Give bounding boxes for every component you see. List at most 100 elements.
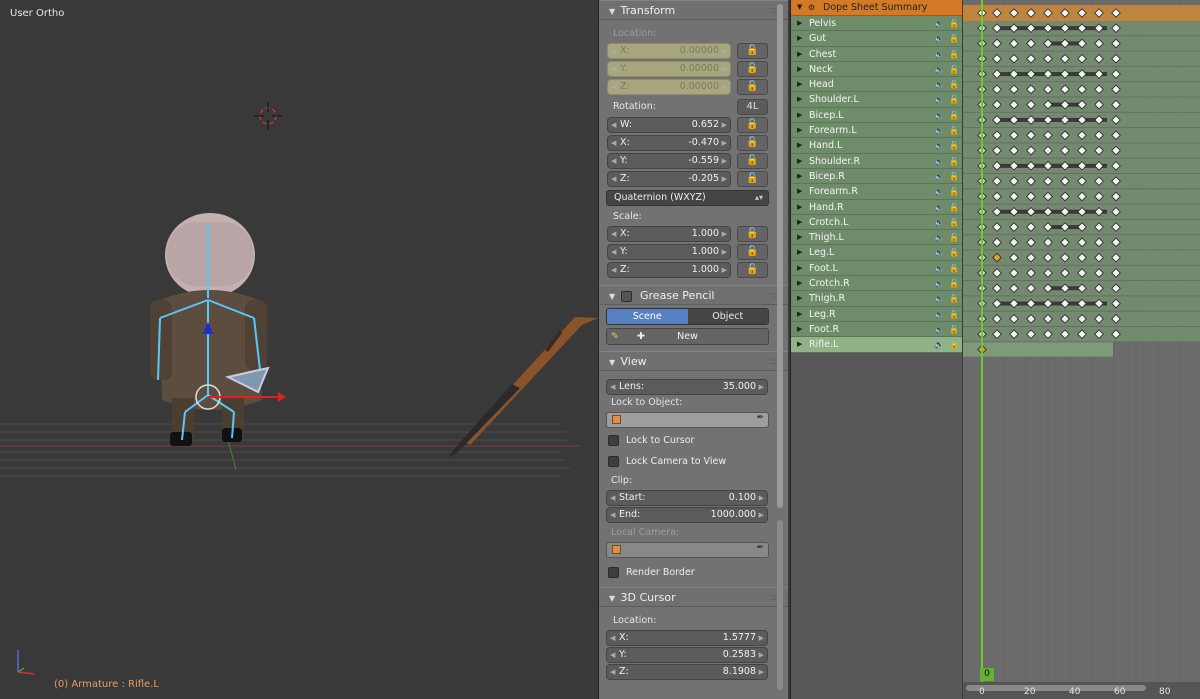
expand-triangle-icon[interactable]: ▼ bbox=[797, 0, 802, 15]
speaker-icon[interactable]: 🔈 bbox=[934, 108, 944, 123]
rotation-z-field[interactable]: ◀ Z: -0.205 ▶ bbox=[607, 171, 731, 187]
lock-scale-x-button[interactable]: 🔓 bbox=[737, 226, 768, 242]
expand-triangle-icon[interactable]: ▶ bbox=[797, 138, 802, 153]
lock-icon[interactable]: 🔓 bbox=[949, 16, 959, 31]
lock-icon[interactable]: 🔓 bbox=[949, 245, 959, 260]
panel-3d-cursor-header[interactable]: ▼ 3D Cursor :::: bbox=[599, 587, 788, 607]
expand-triangle-icon[interactable]: ▶ bbox=[797, 16, 802, 31]
lock-icon[interactable]: 🔓 bbox=[949, 322, 959, 337]
speaker-icon[interactable]: 🔈 bbox=[934, 169, 944, 184]
channel-row[interactable]: ▶ Neck 🔈 🔓 bbox=[791, 61, 962, 78]
rotation-mode-select[interactable]: Quaternion (WXYZ) ▴▾ bbox=[606, 190, 769, 206]
scale-z-field[interactable]: ◀ Z: 1.000 ▶ bbox=[607, 262, 731, 278]
expand-triangle-icon[interactable]: ▶ bbox=[797, 154, 802, 169]
lens-field[interactable]: ◀ Lens: 35.000 ▶ bbox=[606, 379, 768, 395]
channel-row[interactable]: ▶ Shoulder.R 🔈 🔓 bbox=[791, 153, 962, 169]
speaker-icon[interactable]: 🔈 bbox=[934, 322, 944, 337]
lock-rotation-y-button[interactable]: 🔓 bbox=[737, 153, 768, 169]
expand-triangle-icon[interactable]: ▶ bbox=[797, 337, 802, 352]
grease-pencil-checkbox[interactable] bbox=[620, 290, 632, 302]
channel-row[interactable]: ▶ Forearm.L 🔈 🔓 bbox=[791, 123, 962, 139]
cursor-y-field[interactable]: ◀ Y: 0.2583 ▶ bbox=[606, 647, 768, 663]
dopesheet-summary-row[interactable]: ▼ ⚙ Dope Sheet Summary bbox=[791, 0, 962, 16]
expand-triangle-icon[interactable]: ▶ bbox=[797, 31, 802, 46]
3d-viewport[interactable]: User Ortho (0) Armature : Rifle.L bbox=[0, 0, 598, 699]
channel-row[interactable]: ▶ Head 🔈 🔓 bbox=[791, 77, 962, 93]
dopesheet-timeline[interactable]: 0 20 40 60 80 0 bbox=[963, 0, 1200, 699]
rotation-4l-button[interactable]: 4L bbox=[737, 99, 768, 115]
lock-icon[interactable]: 🔓 bbox=[949, 200, 959, 215]
lock-icon[interactable]: 🔓 bbox=[949, 184, 959, 199]
expand-triangle-icon[interactable]: ▶ bbox=[797, 307, 802, 322]
expand-triangle-icon[interactable]: ▶ bbox=[797, 261, 802, 276]
channel-row[interactable]: ▶ Crotch.R 🔈 🔓 bbox=[791, 276, 962, 292]
channel-row[interactable]: ▶ Chest 🔈 🔓 bbox=[791, 46, 962, 62]
speaker-icon[interactable]: 🔈 bbox=[934, 261, 944, 276]
expand-triangle-icon[interactable]: ▶ bbox=[797, 184, 802, 199]
expand-triangle-icon[interactable]: ▶ bbox=[797, 276, 802, 291]
expand-triangle-icon[interactable]: ▶ bbox=[797, 62, 802, 77]
speaker-icon[interactable]: 🔈 bbox=[934, 92, 944, 107]
lock-icon[interactable]: 🔓 bbox=[949, 138, 959, 153]
speaker-icon[interactable]: 🔈 bbox=[934, 291, 944, 306]
channel-row[interactable]: ▶ Shoulder.L 🔈 🔓 bbox=[791, 92, 962, 108]
channel-row[interactable]: ▶ Foot.R 🔈 🔓 bbox=[791, 321, 962, 338]
expand-triangle-icon[interactable]: ▶ bbox=[797, 47, 802, 62]
speaker-icon[interactable]: 🔈 bbox=[934, 138, 944, 153]
properties-scrollbar-lower[interactable] bbox=[777, 520, 783, 690]
rotation-w-field[interactable]: ◀ W: 0.652 ▶ bbox=[607, 117, 731, 133]
lock-to-cursor-checkbox[interactable]: Lock to Cursor bbox=[599, 430, 788, 451]
lock-icon[interactable]: 🔓 bbox=[949, 291, 959, 306]
speaker-icon[interactable]: 🔈 bbox=[934, 337, 944, 352]
expand-triangle-icon[interactable]: ▶ bbox=[797, 92, 802, 107]
speaker-icon[interactable]: 🔈 bbox=[934, 154, 944, 169]
channel-row[interactable]: ▶ Thigh.R 🔈 🔓 bbox=[791, 291, 962, 307]
panel-grease-pencil-header[interactable]: ▼ Grease Pencil :::: bbox=[599, 285, 788, 305]
expand-triangle-icon[interactable]: ▶ bbox=[797, 291, 802, 306]
rotation-y-field[interactable]: ◀ Y: -0.559 ▶ bbox=[607, 153, 731, 169]
speaker-icon[interactable]: 🔈 bbox=[934, 276, 944, 291]
lock-icon[interactable]: 🔓 bbox=[949, 215, 959, 230]
speaker-icon[interactable]: 🔈 bbox=[934, 184, 944, 199]
channel-row[interactable]: ▶ Bicep.R 🔈 🔓 bbox=[791, 168, 962, 185]
scale-x-field[interactable]: ◀ X: 1.000 ▶ bbox=[607, 226, 731, 242]
lock-location-z-button[interactable]: 🔓 bbox=[737, 79, 768, 95]
lock-object-field[interactable]: ✒ bbox=[606, 412, 769, 428]
channel-row[interactable]: ▶ Forearm.R 🔈 🔓 bbox=[791, 184, 962, 200]
clip-start-field[interactable]: ◀ Start: 0.100 ▶ bbox=[606, 490, 768, 506]
lock-icon[interactable]: 🔓 bbox=[949, 337, 959, 352]
speaker-icon[interactable]: 🔈 bbox=[934, 16, 944, 31]
speaker-icon[interactable]: 🔈 bbox=[934, 47, 944, 62]
speaker-icon[interactable]: 🔈 bbox=[934, 123, 944, 138]
lock-icon[interactable]: 🔓 bbox=[949, 31, 959, 46]
lock-location-x-button[interactable]: 🔓 bbox=[737, 43, 768, 59]
lock-icon[interactable]: 🔓 bbox=[949, 108, 959, 123]
expand-triangle-icon[interactable]: ▶ bbox=[797, 322, 802, 337]
channel-row[interactable]: ▶ Hand.L 🔈 🔓 bbox=[791, 138, 962, 154]
speaker-icon[interactable]: 🔈 bbox=[934, 31, 944, 46]
speaker-icon[interactable]: 🔈 bbox=[934, 62, 944, 77]
channel-row[interactable]: ▶ Rifle.L 🔈 🔓 bbox=[791, 337, 962, 353]
channel-row[interactable]: ▶ Leg.R 🔈 🔓 bbox=[791, 306, 962, 322]
lock-icon[interactable]: 🔓 bbox=[949, 154, 959, 169]
lock-icon[interactable]: 🔓 bbox=[949, 47, 959, 62]
expand-triangle-icon[interactable]: ▶ bbox=[797, 77, 802, 92]
lock-rotation-w-button[interactable]: 🔓 bbox=[737, 117, 768, 133]
expand-triangle-icon[interactable]: ▶ bbox=[797, 215, 802, 230]
grease-pencil-new-button[interactable]: ✎ ✚ New bbox=[606, 328, 769, 345]
expand-triangle-icon[interactable]: ▶ bbox=[797, 200, 802, 215]
expand-triangle-icon[interactable]: ▶ bbox=[797, 169, 802, 184]
lock-icon[interactable]: 🔓 bbox=[949, 230, 959, 245]
clip-end-field[interactable]: ◀ End: 1000.000 ▶ bbox=[606, 507, 768, 523]
expand-triangle-icon[interactable]: ▶ bbox=[797, 245, 802, 260]
cursor-x-field[interactable]: ◀ X: 1.5777 ▶ bbox=[606, 630, 768, 646]
channel-row[interactable]: ▶ Gut 🔈 🔓 bbox=[791, 31, 962, 47]
speaker-icon[interactable]: 🔈 bbox=[934, 307, 944, 322]
lock-icon[interactable]: 🔓 bbox=[949, 169, 959, 184]
cursor-z-field[interactable]: ◀ Z: 8.1908 ▶ bbox=[606, 664, 768, 680]
lock-icon[interactable]: 🔓 bbox=[949, 77, 959, 92]
lock-icon[interactable]: 🔓 bbox=[949, 92, 959, 107]
lock-icon[interactable]: 🔓 bbox=[949, 261, 959, 276]
properties-scrollbar[interactable] bbox=[777, 4, 783, 508]
channel-row[interactable]: ▶ Hand.R 🔈 🔓 bbox=[791, 199, 962, 215]
